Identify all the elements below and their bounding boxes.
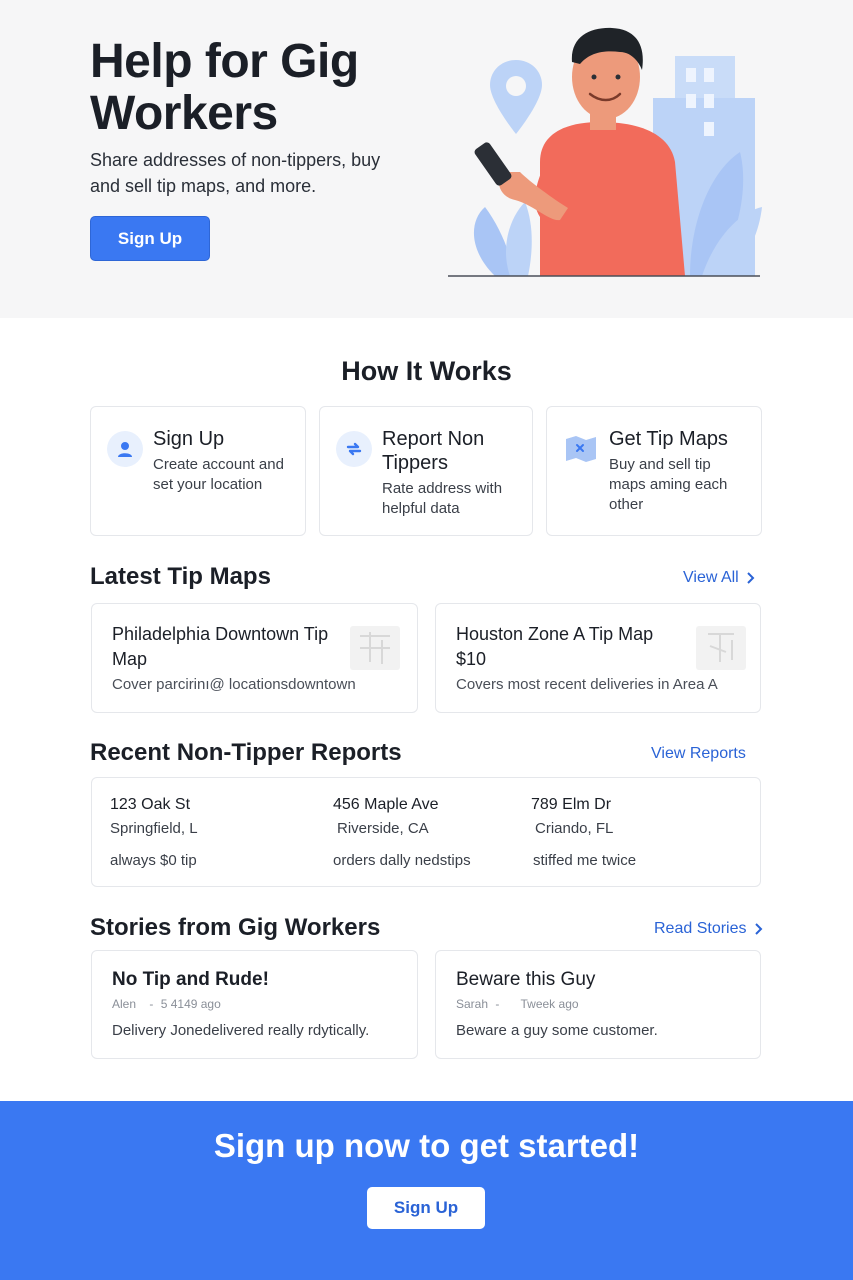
story-text: Delivery Jonedelivered really rdytically… [112, 1022, 370, 1039]
tip-map-title: Philadelphia Downtown Tip Map [112, 624, 329, 669]
reports-card: 123 Oak St Springfield, L always $0 tip … [91, 777, 761, 887]
cta-signup-button[interactable]: Sign Up [367, 1187, 485, 1229]
map-thumbnail [696, 626, 746, 670]
step-desc: Buy and sell tip maps aming each other [609, 456, 728, 513]
story-title: No Tip and Rude! [112, 969, 269, 990]
tip-map-desc: Covers most recent deliveries in Area A [456, 676, 718, 693]
step-title: Report Non Tippers [382, 428, 485, 474]
swap-arrows-icon [336, 431, 372, 467]
story-time: 5 4149 ago [160, 997, 221, 1011]
step-card-sign-up: Sign Up Create account and set your loca… [90, 406, 306, 536]
map-thumbnail [350, 626, 400, 670]
user-icon [107, 431, 143, 467]
story-time: Tweek ago [520, 997, 579, 1011]
tip-map-title: Houston Zone A Tip Map $10 [456, 624, 654, 669]
report-address: 123 Oak St [110, 796, 191, 813]
report-city: Riverside, CA [337, 820, 429, 837]
map-icon [563, 431, 599, 467]
report-address: 789 Elm Dr [531, 796, 612, 813]
tip-maps-title: Latest Tip Maps [90, 563, 271, 590]
step-desc: Rate address with helpful data [382, 480, 503, 517]
location-pin-icon [490, 60, 542, 134]
tip-map-desc: Cover parcirinı@ locationsdowntown [112, 676, 356, 693]
read-stories-label: Read Stories [654, 920, 747, 937]
report-note: always $0 tip [110, 852, 197, 869]
tip-map-card[interactable]: Houston Zone A Tip Map $10 Covers most r… [435, 603, 761, 713]
view-all-link[interactable]: View All [683, 569, 755, 587]
cta-title: Sign up now to get started! [213, 1127, 640, 1164]
tip-map-card[interactable]: Philadelphia Downtown Tip Map Cover parc… [91, 603, 418, 713]
story-title: Beware this Guy [456, 969, 596, 990]
hero-title: Help for Gig Workers [90, 35, 359, 140]
cta-banner: Sign up now to get started! Sign Up [0, 1101, 853, 1280]
chevron-right-icon [754, 923, 762, 935]
stories-title: Stories from Gig Workers [90, 914, 381, 941]
step-card-tip-maps: Get Tip Maps Buy and sell tip maps aming… [546, 406, 762, 536]
report-note: orders dally nedstips [333, 852, 471, 869]
story-text: Beware a guy some customer. [456, 1022, 658, 1039]
chevron-right-icon [747, 572, 755, 584]
hero-signup-button[interactable]: Sign Up [90, 216, 210, 261]
story-card[interactable]: Beware this Guy Sarah - Tweek ago Beware… [435, 950, 761, 1059]
report-address: 456 Maple Ave [333, 796, 439, 813]
step-title: Sign Up [153, 428, 225, 450]
how-it-works-title: How It Works [341, 356, 512, 386]
view-all-label: View All [683, 569, 739, 586]
report-city: Criando, FL [535, 820, 614, 837]
reports-title: Recent Non-Tipper Reports [90, 739, 402, 766]
story-author: Alen [112, 997, 137, 1011]
step-title: Get Tip Maps [609, 428, 728, 450]
story-author: Sarah [456, 997, 489, 1011]
story-meta: Sarah - Tweek ago [456, 997, 579, 1011]
view-reports-link[interactable]: View Reports [651, 745, 746, 763]
read-stories-link[interactable]: Read Stories [654, 920, 763, 938]
story-card[interactable]: No Tip and Rude! Alen - 5 4149 ago Deliv… [91, 950, 418, 1059]
report-note: stiffed me twice [533, 852, 637, 869]
gig-worker-illustration [448, 27, 762, 277]
step-desc: Create account and set your location [153, 456, 284, 493]
hero-section: Help for Gig Workers Share addresses of … [0, 0, 853, 318]
story-meta: Alen - 5 4149 ago [112, 997, 221, 1011]
report-city: Springfield, L [110, 820, 198, 837]
step-card-report: Report Non Tippers Rate address with hel… [319, 406, 533, 536]
hero-subtitle: Share addresses of non-tippers, buy and … [90, 150, 381, 196]
